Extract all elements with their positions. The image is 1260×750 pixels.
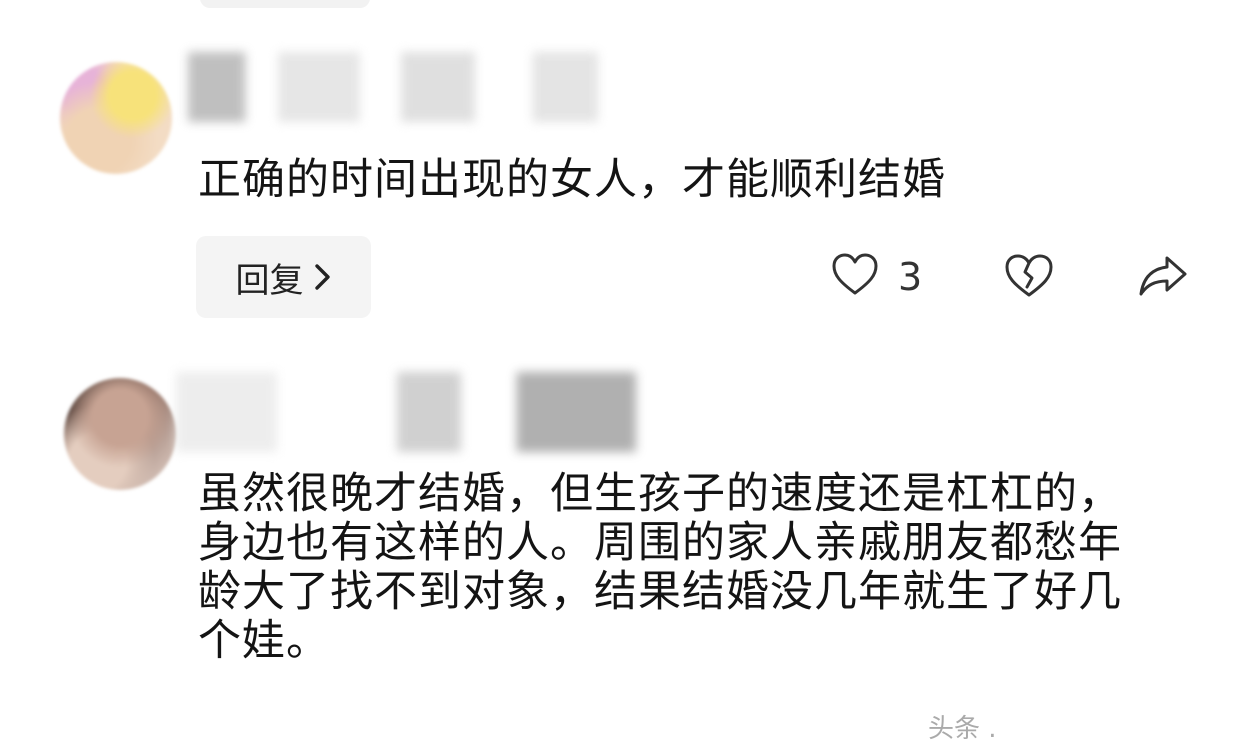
heart-outline-icon[interactable]: [830, 250, 880, 300]
watermark: 头条 .: [928, 714, 997, 744]
chevron-right-icon: [314, 264, 330, 290]
comment-text: 正确的时间出现的女人，才能顺利结婚: [198, 155, 946, 205]
broken-heart-icon[interactable]: [1003, 250, 1055, 302]
comment-text: 虽然很晚才结婚，但生孩子的速度还是杠杠的，身边也有这样的人。周围的家人亲戚朋友都…: [198, 469, 1122, 666]
comments-page: 正确的时间出现的女人，才能顺利结婚 回复 3 虽然很晚才结婚，但生孩子的速度还是: [0, 0, 1260, 750]
username-blurred[interactable]: [176, 372, 636, 452]
reply-button[interactable]: 回复: [196, 236, 371, 318]
comment-actions: [830, 248, 1210, 308]
share-arrow-icon[interactable]: [1135, 248, 1191, 304]
username-blurred[interactable]: [188, 52, 598, 122]
avatar[interactable]: [64, 378, 176, 490]
previous-reply-button-stub[interactable]: [200, 0, 370, 8]
avatar[interactable]: [60, 62, 172, 174]
reply-button-label: 回复: [235, 260, 304, 301]
like-count: 3: [898, 255, 923, 299]
